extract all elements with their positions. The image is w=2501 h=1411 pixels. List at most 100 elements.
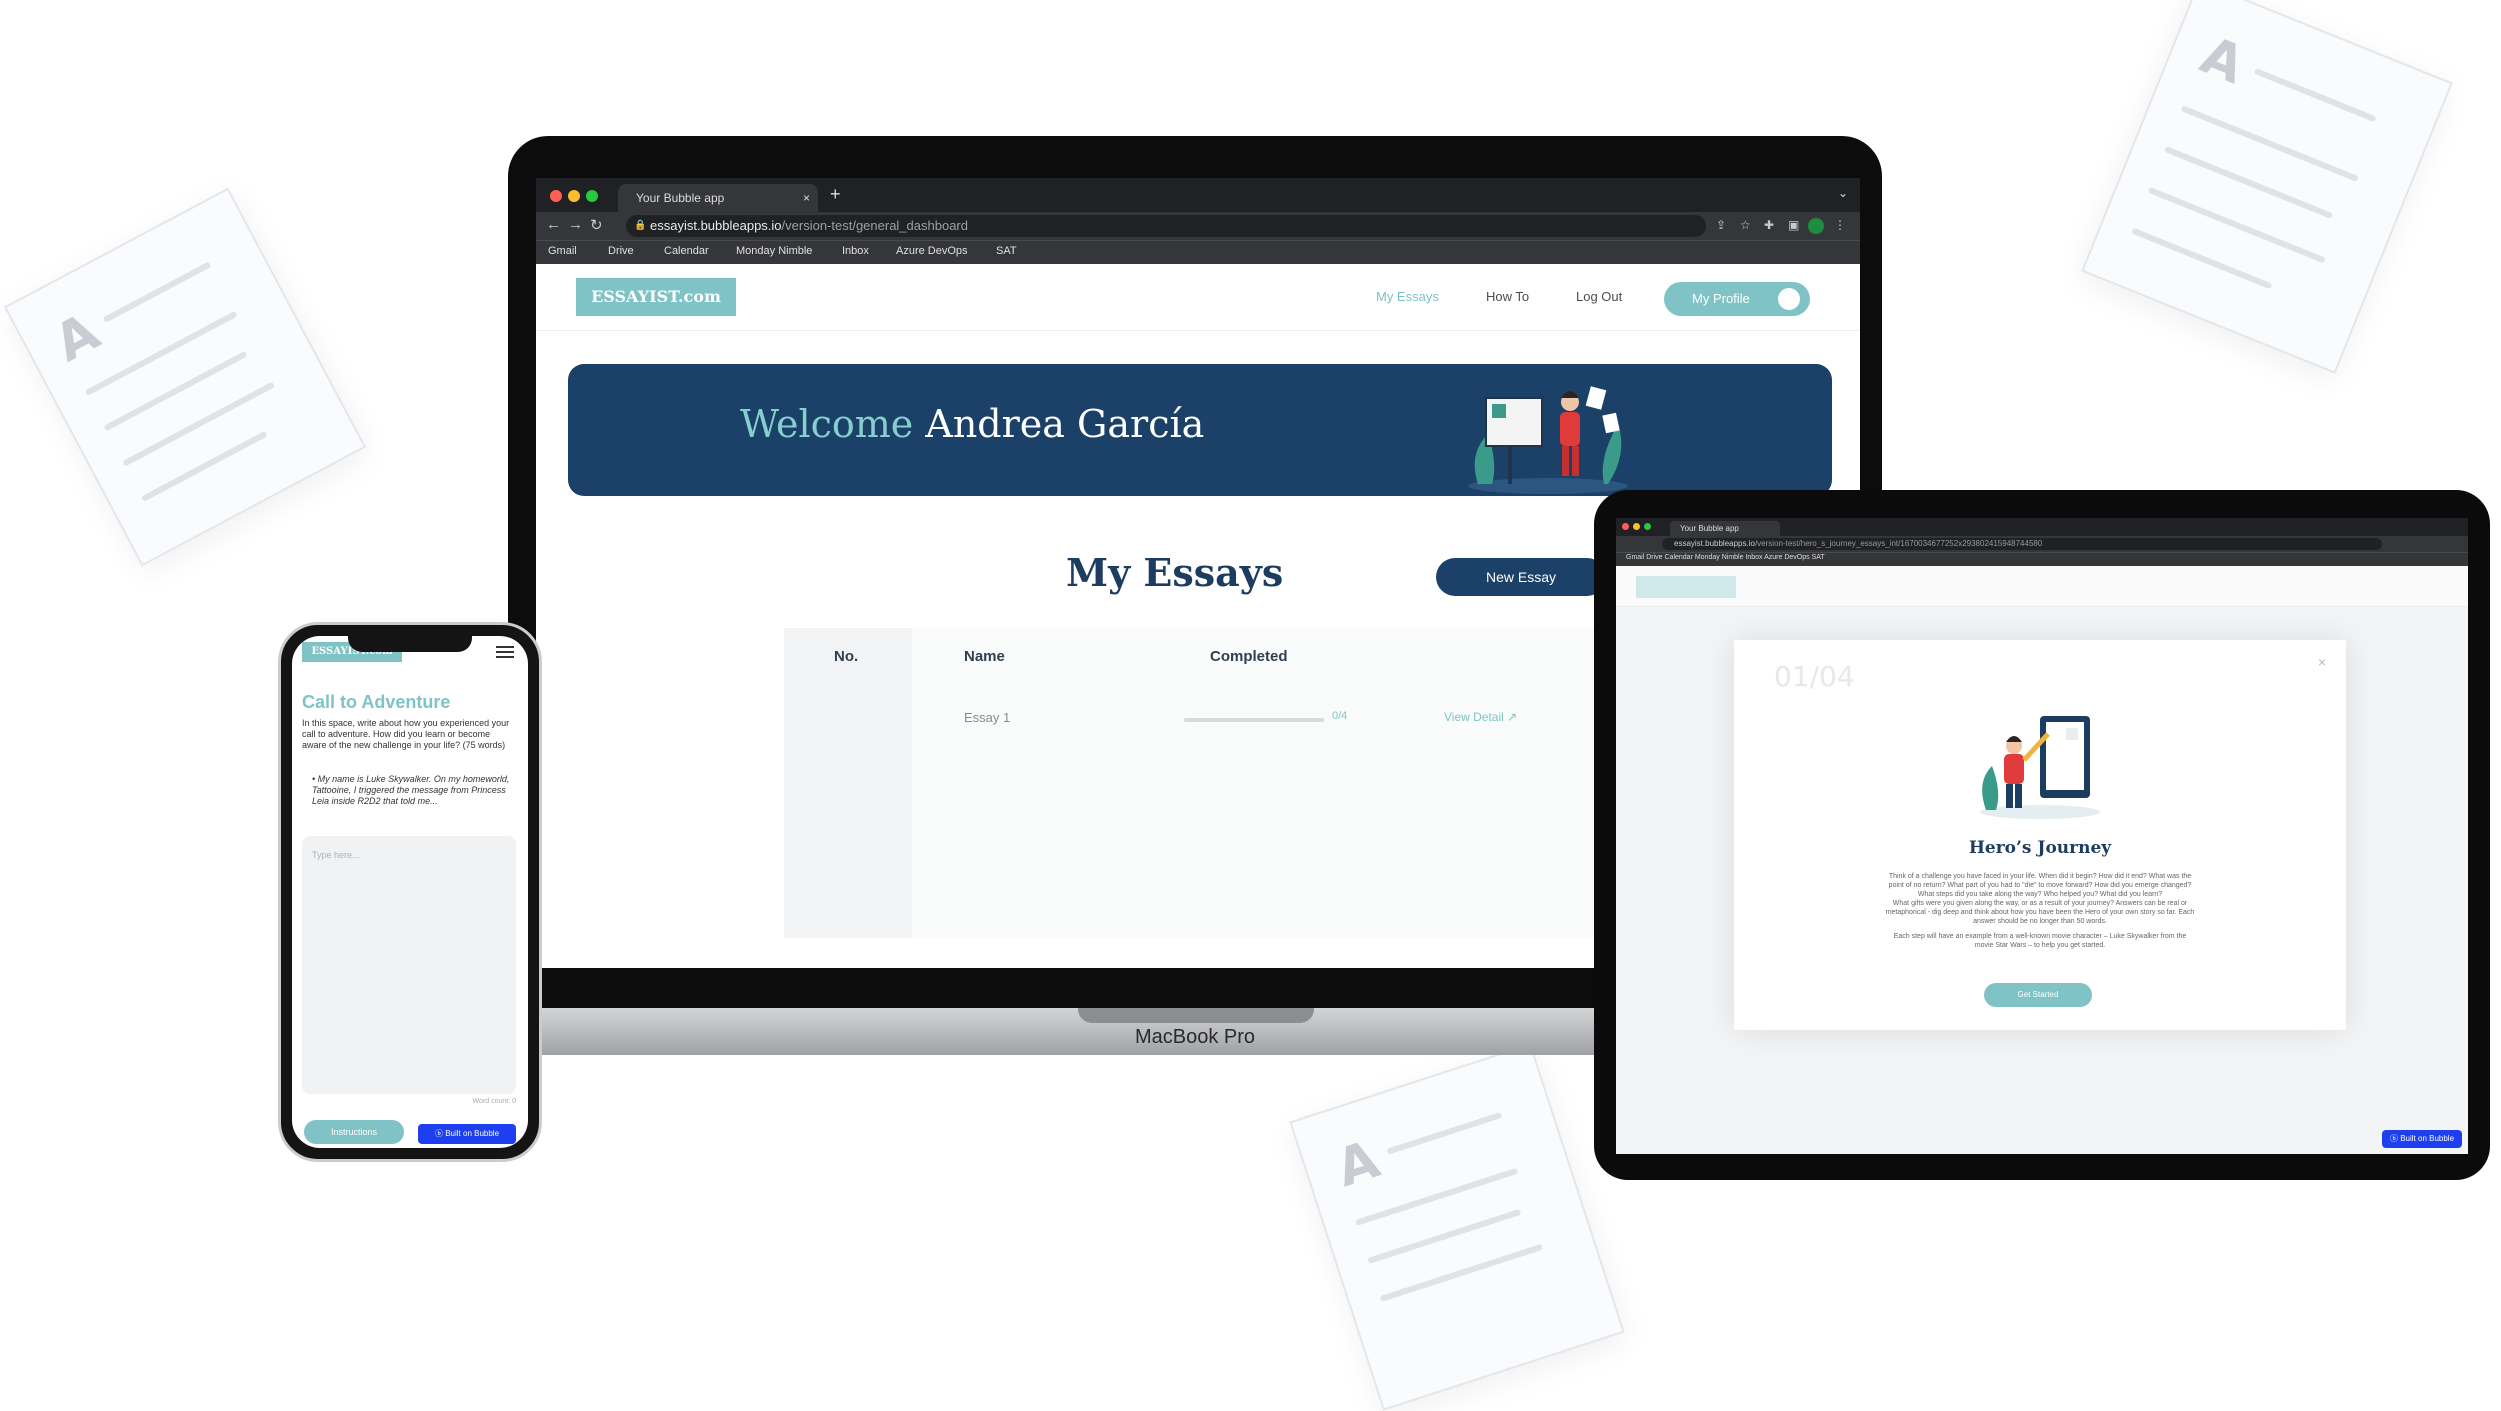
tablet-writer-illustration: [1980, 716, 2100, 819]
extensions-icon[interactable]: ✚: [1764, 218, 1774, 232]
user-avatar-icon: [1778, 288, 1800, 310]
tablet-browser-tab-strip: Your Bubble app: [1616, 518, 2468, 536]
col-header-name: Name: [964, 648, 1005, 665]
new-tab-icon[interactable]: +: [830, 184, 841, 205]
modal-paragraph-1: Think of a challenge you have faced in y…: [1888, 873, 2192, 898]
built-on-bubble-badge[interactable]: ⓑ Built on Bubble: [2382, 1130, 2462, 1148]
tablet-url-host: essayist.bubbleapps.io: [1674, 539, 1755, 548]
laptop-model-label: MacBook Pro: [1134, 1026, 1256, 1048]
my-essays-title: My Essays: [1066, 550, 1284, 595]
word-count: Word count: 0: [472, 1098, 516, 1105]
bookmark-drive[interactable]: Drive: [608, 245, 634, 257]
paper-illustration-left: A: [3, 187, 367, 567]
built-on-bubble-label: Built on Bubble: [2400, 1134, 2455, 1143]
col-header-no: No.: [834, 648, 859, 665]
get-started-button[interactable]: Get Started: [1984, 983, 2092, 1007]
back-icon[interactable]: ←: [546, 216, 561, 233]
tablet-maximize-window-icon[interactable]: [1644, 523, 1651, 530]
essay-progress-bar: [1184, 718, 1324, 722]
view-detail-label: View Detail: [1444, 710, 1504, 724]
instructions-button[interactable]: Instructions: [304, 1120, 404, 1144]
welcome-user-name: Andrea García: [925, 402, 1205, 446]
browser-tab-strip: Your Bubble app × + ⌄: [536, 178, 1860, 212]
maximize-window-icon[interactable]: [586, 190, 598, 202]
example-bullet: • My name is Luke Skywalker. On my homew…: [312, 774, 510, 806]
paper-illustration-right: A: [2081, 0, 2453, 374]
modal-paragraph-3: Each step will have an example from a we…: [1893, 933, 2187, 949]
phone-bubble-b-icon: ⓑ: [434, 1129, 446, 1138]
bookmark-monday-nimble[interactable]: Monday Nimble: [736, 245, 812, 257]
phone-built-on-bubble-badge[interactable]: ⓑ Built on Bubble: [418, 1124, 516, 1144]
my-profile-label: My Profile: [1692, 291, 1750, 306]
phone-screen: ESSAYIST.com Call to Adventure In this s…: [292, 636, 528, 1148]
modal-step-counter: 01/04: [1774, 660, 1855, 693]
share-icon[interactable]: ⇪: [1716, 218, 1726, 232]
welcome-prefix: Welcome: [740, 402, 914, 446]
tablet-address-bar[interactable]: essayist.bubbleapps.io/version-test/hero…: [1662, 538, 2382, 550]
modal-description: Think of a challenge you have faced in y…: [1884, 872, 2196, 950]
bookmark-inbox[interactable]: Inbox: [842, 245, 869, 257]
number-column: [784, 628, 912, 938]
heros-journey-modal: 01/04 × Hero’s Journey Think of a challe…: [1734, 640, 2346, 1030]
prompt-text: In this space, write about how you exper…: [302, 718, 510, 750]
bookmark-gmail[interactable]: Gmail: [548, 245, 577, 257]
phone-built-on-bubble-label: Built on Bubble: [445, 1129, 500, 1138]
tablet-browser-tab[interactable]: Your Bubble app: [1670, 521, 1780, 536]
nav-how-to[interactable]: How To: [1486, 289, 1529, 304]
essay-name[interactable]: Essay 1: [964, 710, 1010, 725]
call-to-adventure-title: Call to Adventure: [302, 692, 451, 712]
bookmarks-bar: Gmail Drive Calendar Monday Nimble Inbox…: [536, 240, 1860, 265]
welcome-banner: Welcome Andrea García: [568, 364, 1832, 496]
nav-my-essays[interactable]: My Essays: [1376, 289, 1439, 304]
site-header: ESSAYIST.com My Essays How To Log Out My…: [536, 264, 1860, 331]
bookmark-star-icon[interactable]: ☆: [1740, 218, 1751, 232]
minimize-window-icon[interactable]: [568, 190, 580, 202]
hamburger-menu-icon[interactable]: [496, 646, 514, 660]
bookmark-azure-devops[interactable]: Azure DevOps: [896, 245, 968, 257]
browser-profile-avatar[interactable]: [1808, 218, 1824, 234]
bubble-b-icon: ⓑ: [2389, 1134, 2401, 1143]
tablet-bookmarks-bar: Gmail Drive Calendar Monday Nimble Inbox…: [1616, 552, 2468, 567]
col-header-completed: Completed: [1210, 648, 1288, 665]
tablet-site-logo[interactable]: [1636, 576, 1736, 598]
url-path: /version-test/general_dashboard: [781, 218, 968, 233]
tab-list-icon[interactable]: ⌄: [1838, 186, 1848, 200]
reload-icon[interactable]: ↻: [590, 216, 603, 234]
address-bar[interactable]: 🔒 essayist.bubbleapps.io/version-test/ge…: [626, 215, 1706, 237]
browser-menu-icon[interactable]: ⋮: [1834, 218, 1846, 232]
lock-icon: 🔒: [634, 220, 647, 231]
external-link-icon: ↗: [1507, 710, 1518, 724]
view-detail-link[interactable]: View Detail ↗: [1444, 710, 1517, 724]
forward-icon[interactable]: →: [568, 216, 583, 233]
site-logo[interactable]: ESSAYIST.com: [576, 278, 736, 316]
paper-illustration-bottom: A: [1289, 1043, 1625, 1411]
welcome-heading: Welcome Andrea García: [740, 402, 1204, 446]
tab-close-icon[interactable]: ×: [803, 184, 810, 212]
phone-notch: [348, 630, 472, 652]
tablet-minimize-window-icon[interactable]: [1633, 523, 1640, 530]
close-window-icon[interactable]: [550, 190, 562, 202]
sidebar-icon[interactable]: ▣: [1788, 218, 1799, 232]
new-essay-button[interactable]: New Essay: [1436, 558, 1606, 596]
browser-toolbar: ← → ↻ 🔒 essayist.bubbleapps.io/version-t…: [536, 212, 1860, 240]
tablet-url-path: /version-test/hero_s_journey_essays_int/…: [1754, 539, 2043, 548]
tablet-close-window-icon[interactable]: [1622, 523, 1629, 530]
bookmark-calendar[interactable]: Calendar: [664, 245, 709, 257]
essay-textarea[interactable]: Type here...: [302, 836, 516, 1094]
essay-progress-label: 0/4: [1332, 710, 1348, 722]
nav-log-out[interactable]: Log Out: [1576, 289, 1622, 304]
modal-close-icon[interactable]: ×: [2318, 654, 2326, 670]
my-profile-button[interactable]: My Profile: [1664, 282, 1810, 316]
tablet-site-header: [1616, 566, 2468, 607]
browser-tab[interactable]: Your Bubble app ×: [618, 184, 818, 212]
url-host: essayist.bubbleapps.io: [650, 218, 782, 233]
tablet-browser-toolbar: essayist.bubbleapps.io/version-test/hero…: [1616, 536, 2468, 552]
tablet-bookmarks[interactable]: Gmail Drive Calendar Monday Nimble Inbox…: [1626, 554, 1825, 561]
example-text: My name is Luke Skywalker. On my homewor…: [312, 774, 510, 806]
modal-title: Hero’s Journey: [1968, 838, 2112, 858]
tab-title: Your Bubble app: [636, 191, 725, 205]
tablet-screen: Your Bubble app essayist.bubbleapps.io/v…: [1616, 518, 2468, 1154]
writer-illustration: [1468, 386, 1628, 494]
modal-paragraph-2: What gifts were you given along the way,…: [1885, 900, 2195, 925]
bookmark-sat[interactable]: SAT: [996, 245, 1017, 257]
